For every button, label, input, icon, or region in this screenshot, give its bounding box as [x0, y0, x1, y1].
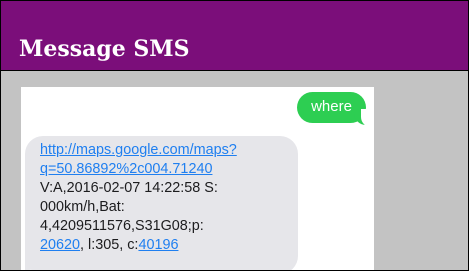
maps-link-line-1[interactable]: http://maps.google.com/maps? [40, 141, 290, 160]
speed-line: 000km/h,Bat: [40, 199, 125, 215]
battery-line: 4,4209511576,S31G08;p: [40, 218, 204, 234]
cell-info-mid: , l:305, c: [80, 237, 139, 253]
maps-link-line-2[interactable]: q=50.86892%2c004.71240 [40, 160, 290, 179]
page-frame: Message SMS where http://maps.google.com… [0, 0, 469, 271]
cell-info-line: 20620, l:305, c:40196 [40, 236, 290, 255]
sms-screenshot: where http://maps.google.com/maps? q=50.… [21, 87, 374, 270]
received-message-text: http://maps.google.com/maps? q=50.86892%… [40, 141, 290, 255]
number-link-40196[interactable]: 40196 [138, 237, 178, 253]
page-title: Message SMS [19, 36, 190, 62]
status-line: V:A,2016-02-07 14:22:58 S: [40, 180, 218, 196]
header-bar: Message SMS [1, 1, 468, 71]
number-link-20620[interactable]: 20620 [40, 237, 80, 253]
